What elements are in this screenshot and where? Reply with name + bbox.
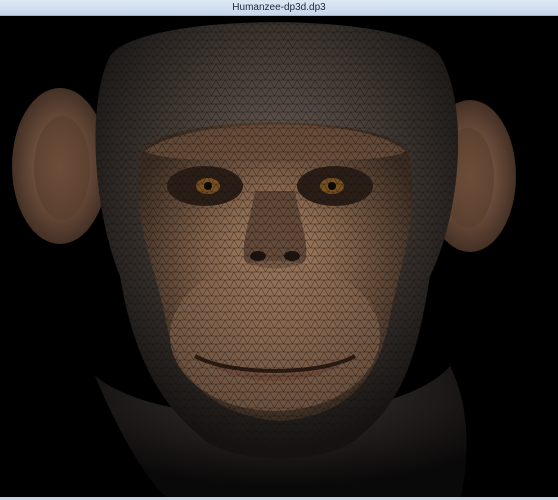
app-window: Humanzee-dp3d.dp3: [0, 0, 558, 500]
model-render: [12, 22, 516, 500]
title-bar[interactable]: Humanzee-dp3d.dp3: [0, 0, 558, 16]
3d-viewport[interactable]: [0, 16, 558, 500]
window-title: Humanzee-dp3d.dp3: [232, 2, 326, 13]
